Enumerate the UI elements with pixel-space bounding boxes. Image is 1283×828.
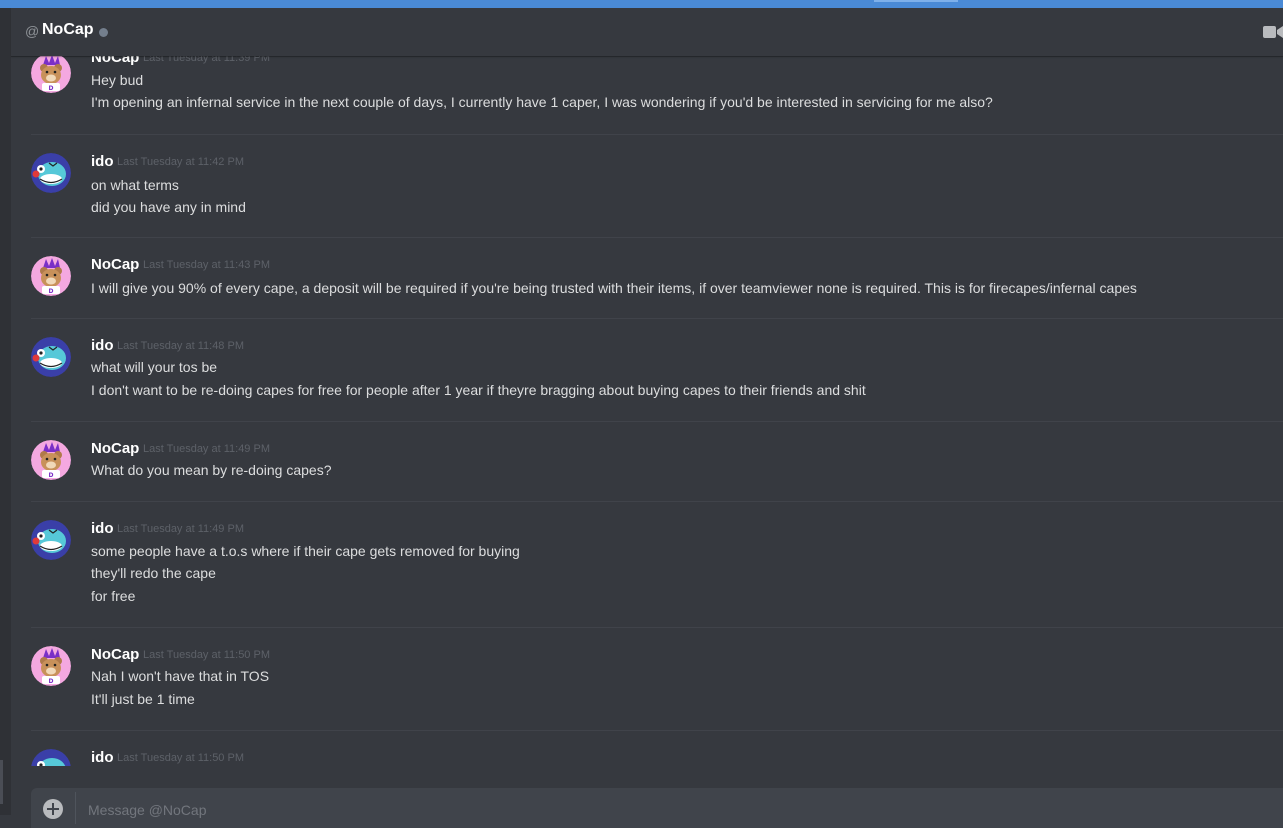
channel-header: @ NoCap <box>11 8 1283 56</box>
message-text: for free <box>91 588 136 604</box>
cartoon-avatar-icon <box>31 153 71 193</box>
dm-recipient-name[interactable]: NoCap <box>42 21 94 39</box>
message-divider <box>31 627 1283 628</box>
message-divider <box>31 134 1283 135</box>
video-camera-icon[interactable] <box>1263 25 1283 39</box>
avatar-nocap[interactable]: D <box>31 646 71 686</box>
plus-circle-icon[interactable] <box>43 799 63 819</box>
window-tab-hint <box>874 0 958 2</box>
message-timestamp: Last Tuesday at 11:50 PM <box>143 649 270 661</box>
message-text: Hey bud <box>91 72 144 88</box>
svg-text:D: D <box>49 472 54 479</box>
message-divider <box>31 237 1283 238</box>
message-timestamp: Last Tuesday at 11:49 PM <box>117 523 244 535</box>
left-sidebar-edge <box>0 8 11 815</box>
message-text: what will your tos be <box>91 359 218 375</box>
avatar-ido[interactable] <box>31 749 71 766</box>
message-author[interactable]: ido <box>91 337 114 354</box>
bear-avatar-icon: D <box>31 646 71 686</box>
message-timestamp: Last Tuesday at 11:48 PM <box>117 340 244 352</box>
message-author[interactable]: NoCap <box>91 56 139 66</box>
message-text: I will give you 90% of every cape, a dep… <box>91 280 1137 296</box>
bear-avatar-icon: D <box>31 440 71 480</box>
bear-avatar-icon: D <box>31 56 71 93</box>
message-input[interactable] <box>86 798 1190 822</box>
cartoon-avatar-icon <box>31 520 71 560</box>
message-text: Nah I won't have that in TOS <box>91 668 270 684</box>
message-divider <box>31 501 1283 502</box>
message-author[interactable]: ido <box>91 520 114 537</box>
avatar-nocap[interactable]: D <box>31 56 71 93</box>
avatar-nocap[interactable]: D <box>31 440 71 480</box>
sidebar-scrollbar[interactable] <box>0 760 3 804</box>
message-divider <box>31 421 1283 422</box>
message-composer <box>31 788 1283 828</box>
composer-separator <box>75 792 76 824</box>
avatar-ido[interactable] <box>31 520 71 560</box>
message-text: on what terms <box>91 177 179 193</box>
message-timestamp: Last Tuesday at 11:42 PM <box>117 156 244 168</box>
message-text: they'll redo the cape <box>91 565 216 581</box>
message-text: It'll just be 1 time <box>91 691 195 707</box>
message-timestamp: Last Tuesday at 11:39 PM <box>143 56 270 64</box>
message-text: did you have any in mind <box>91 199 246 215</box>
svg-text:D: D <box>49 85 54 92</box>
message-divider <box>31 730 1283 731</box>
message-author[interactable]: NoCap <box>91 256 139 273</box>
message-author[interactable]: ido <box>91 153 114 170</box>
message-timestamp: Last Tuesday at 11:50 PM <box>117 752 244 764</box>
message-author[interactable]: NoCap <box>91 440 139 457</box>
message-text: I don't want to be re-doing capes for fr… <box>91 382 866 398</box>
svg-text:D: D <box>49 678 54 685</box>
window-top-bar <box>0 0 1283 8</box>
cartoon-avatar-icon <box>31 337 71 377</box>
status-dot-icon <box>99 28 108 37</box>
message-list[interactable]: D NoCap Last Tuesday at 11:39 PM Hey bud… <box>11 56 1283 766</box>
avatar-ido[interactable] <box>31 153 71 193</box>
avatar-nocap[interactable]: D <box>31 256 71 296</box>
message-author[interactable]: NoCap <box>91 646 139 663</box>
message-text: some people have a t.o.s where if their … <box>91 543 520 559</box>
message-author[interactable]: ido <box>91 749 114 766</box>
message-text: I'm opening an infernal service in the n… <box>91 94 993 110</box>
bear-avatar-icon: D <box>31 256 71 296</box>
message-timestamp: Last Tuesday at 11:43 PM <box>143 259 270 271</box>
svg-text:D: D <box>49 288 54 295</box>
cartoon-avatar-icon <box>31 749 71 766</box>
avatar-ido[interactable] <box>31 337 71 377</box>
message-text: What do you mean by re-doing capes? <box>91 462 332 478</box>
message-timestamp: Last Tuesday at 11:49 PM <box>143 443 270 455</box>
message-divider <box>31 318 1283 319</box>
at-symbol: @ <box>25 23 40 39</box>
